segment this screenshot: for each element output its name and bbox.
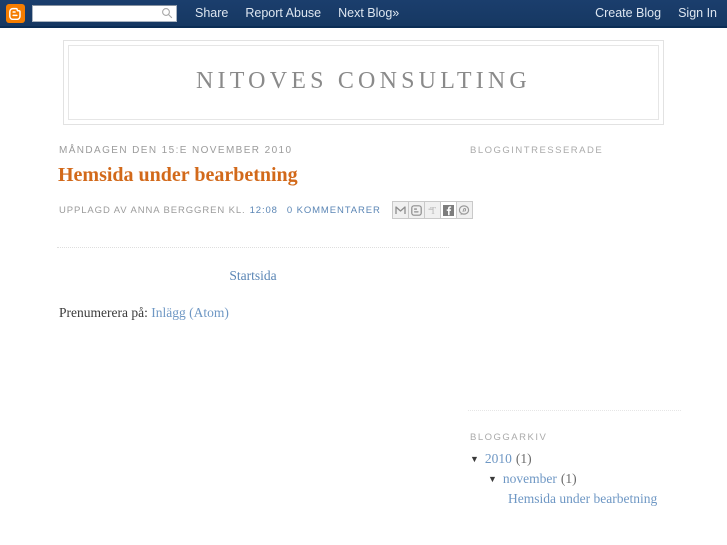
blog-header: NITOVES CONSULTING [63, 40, 664, 125]
navbar-link-report-abuse[interactable]: Report Abuse [245, 6, 321, 20]
archive-month-count: (1) [560, 471, 577, 486]
post-author: UPPLAGD AV ANNA BERGGREN KL. [59, 204, 246, 216]
feed-links: Prenumerera på: Inlägg (Atom) [59, 305, 449, 321]
archive-year-row[interactable]: ▼ 2010 (1) [470, 449, 681, 469]
archive-post-row[interactable]: Hemsida under bearbetning [508, 489, 681, 509]
archive-month-row[interactable]: ▼ november (1) [488, 469, 681, 489]
home-link[interactable]: Startsida [229, 268, 276, 283]
chevron-down-icon[interactable]: ▼ [470, 455, 479, 464]
post-date: MÅNDAGEN DEN 15:E NOVEMBER 2010 [59, 145, 293, 156]
blog-archive-heading: BLOGGARKIV [470, 432, 548, 443]
post-title: Hemsida under bearbetning [58, 164, 298, 186]
followers-widget [468, 162, 681, 410]
blogger-navbar: Share Report Abuse Next Blog» Create Blo… [0, 0, 727, 28]
navbar-link-next-blog[interactable]: Next Blog» [338, 6, 399, 20]
blogger-share-icon[interactable] [408, 202, 425, 218]
post-comments-link[interactable]: 0 KOMMENTARER [287, 205, 381, 216]
sidebar: BLOGGINTRESSERADE BLOGGARKIV ▼ 2010 (1) … [468, 145, 681, 509]
blog-header-inner: NITOVES CONSULTING [68, 45, 659, 120]
blog-pager: Startsida [57, 249, 449, 285]
navbar-right-links: Create Blog Sign In [595, 6, 717, 20]
page-title: NITOVES CONSULTING [196, 68, 531, 94]
navbar-link-share[interactable]: Share [195, 6, 228, 20]
navbar-link-create-blog[interactable]: Create Blog [595, 6, 661, 20]
navbar-search[interactable] [32, 4, 177, 23]
gmail-share-icon[interactable] [392, 202, 409, 218]
navbar-link-sign-in[interactable]: Sign In [678, 6, 717, 20]
archive-month-link[interactable]: november [503, 469, 557, 489]
archive-post-link[interactable]: Hemsida under bearbetning [508, 489, 657, 509]
archive-year-count: (1) [515, 451, 532, 466]
page-body: NITOVES CONSULTING MÅNDAGEN DEN 15:E NOV… [0, 40, 727, 509]
sidebar-divider [468, 410, 681, 412]
post-meta: UPPLAGD AV ANNA BERGGREN KL. 12:08 0 KOM… [59, 201, 473, 219]
main-column: MÅNDAGEN DEN 15:E NOVEMBER 2010 Hemsida … [57, 145, 473, 321]
twitter-share-icon[interactable]: t [424, 202, 441, 218]
followers-heading: BLOGGINTRESSERADE [470, 145, 604, 156]
content-area: MÅNDAGEN DEN 15:E NOVEMBER 2010 Hemsida … [57, 145, 681, 509]
blog-archive-widget: ▼ 2010 (1) ▼ november (1) Hemsida under … [470, 449, 681, 509]
feed-links-label: Prenumerera på: [59, 305, 148, 320]
chevron-down-icon[interactable]: ▼ [488, 475, 497, 484]
facebook-share-icon[interactable] [440, 202, 457, 218]
atom-feed-link[interactable]: Inlägg (Atom) [151, 305, 229, 320]
search-input[interactable] [32, 5, 177, 23]
share-buttons: t [391, 201, 473, 219]
archive-year-link[interactable]: 2010 [485, 449, 512, 469]
post-timestamp-link[interactable]: 12:08 [250, 205, 278, 216]
blogger-b-icon[interactable] [6, 3, 25, 23]
navbar-links: Share Report Abuse Next Blog» [195, 6, 399, 20]
svg-text:t: t [430, 206, 437, 216]
